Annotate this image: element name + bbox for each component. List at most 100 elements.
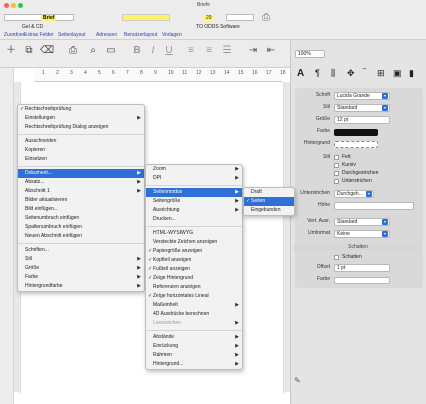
shadow-color-swatch[interactable] xyxy=(334,277,390,284)
menu-item[interactable]: Seitengröße ▶ xyxy=(146,197,242,206)
menu-item[interactable]: Ausrichtung ▶ xyxy=(146,206,242,215)
background-swatch[interactable] xyxy=(334,141,378,148)
columns-tab-icon[interactable]: ⫼ xyxy=(331,68,335,79)
font-tab-icon[interactable]: A xyxy=(297,68,304,79)
horizontal-ruler[interactable]: 1 2 3 4 5 6 7 8 9 10 11 12 13 14 15 16 17 18 xyxy=(34,68,286,82)
menu-item[interactable]: Schriften... xyxy=(18,246,144,255)
printer-icon[interactable]: ⎙ xyxy=(66,44,80,58)
checkbox[interactable] xyxy=(334,171,339,176)
menu-item[interactable]: Hintergrundfarbe ▶ xyxy=(18,282,144,291)
checkbox[interactable] xyxy=(334,179,339,184)
case-control[interactable]: Keine ▾ xyxy=(334,230,390,238)
outdent-icon[interactable]: ⇤ xyxy=(264,44,278,58)
paragraph-tab-icon[interactable]: ¶ xyxy=(315,68,320,78)
highlight-field[interactable] xyxy=(122,14,170,21)
menu-item[interactable]: HTML-WYSIWYG xyxy=(146,229,242,238)
menu-item[interactable]: Rahmen ▶ xyxy=(146,351,242,360)
font-control[interactable]: Lucida Grande ▾ xyxy=(334,92,390,100)
menu-item[interactable]: ✓ Zeige Hintergrund xyxy=(146,274,242,283)
menu-item[interactable]: Größe ▶ xyxy=(18,264,144,273)
vertical-align-control[interactable]: Standard ▾ xyxy=(334,218,390,226)
menu-item[interactable]: ✓ Seiten xyxy=(244,197,294,206)
title-row-label-1[interactable]: Extras Felder xyxy=(24,32,54,38)
menu-item[interactable]: Einrückung ▶ xyxy=(146,342,242,351)
title-row-label-5[interactable]: Vorlagen xyxy=(162,32,182,38)
color-swatch[interactable] xyxy=(334,129,378,136)
duplicate-icon[interactable]: ⧉ xyxy=(22,44,36,58)
checkbox[interactable] xyxy=(334,163,339,168)
zoom-button[interactable] xyxy=(18,3,23,8)
preview-icon[interactable]: ⌕ xyxy=(86,44,100,58)
menu-item[interactable]: Zoom ▶ xyxy=(146,165,242,174)
menu-item[interactable]: Absatz... ▶ xyxy=(18,178,144,187)
zoom-select[interactable]: 100% xyxy=(295,50,325,58)
title-row-label-3[interactable]: Adressen xyxy=(96,32,117,38)
menu-item[interactable]: Bild einfügen... xyxy=(18,205,144,214)
list-icon[interactable]: ☰ xyxy=(220,44,234,58)
menu-item[interactable]: Seitenumbruch einfügen xyxy=(18,214,144,223)
menu-item[interactable]: ✓ Fußteil anzeigen xyxy=(146,265,242,274)
menu-item[interactable]: Referenzen anzeigen xyxy=(146,283,242,292)
menu-item[interactable]: Ausschneiden xyxy=(18,137,144,146)
menu-item[interactable]: Abschnitt 1 ▶ xyxy=(18,187,144,196)
menu-item[interactable]: ✓ Zeige horizontales Lineal xyxy=(146,292,242,301)
image-tab-icon[interactable]: ▣ xyxy=(393,68,402,79)
side-field[interactable] xyxy=(226,14,254,21)
menu-item[interactable]: Eingebunden xyxy=(244,206,294,215)
height-control[interactable] xyxy=(334,202,414,210)
menu-item[interactable]: Stil ▶ xyxy=(18,255,144,264)
menu-item[interactable]: Abstände ▶ xyxy=(146,333,242,342)
underline-control[interactable]: Durchgeh... ▾ xyxy=(334,190,374,198)
minimize-button[interactable] xyxy=(11,3,16,8)
menu-item[interactable]: ✓ Kopfteil anzeigen xyxy=(146,256,242,265)
menu-item[interactable]: Bilder aktualisieren xyxy=(18,196,144,205)
title-row-label-0[interactable]: Zuordnen xyxy=(4,32,25,38)
dash-tab-icon[interactable]: ‾ xyxy=(363,68,366,78)
menu-item[interactable]: Farbe ▶ xyxy=(18,273,144,282)
menu-item[interactable]: Neuen Abschnitt einfügen xyxy=(18,232,144,241)
grid-tab-icon[interactable]: ⊞ xyxy=(377,68,385,79)
bookmark-tab-icon[interactable]: ▮ xyxy=(409,68,414,79)
bold-icon[interactable]: B xyxy=(130,44,144,58)
menu-item[interactable]: Spaltenumbruch einfügen xyxy=(18,223,144,232)
menu-item[interactable]: 4D Ausdrücke berechnen xyxy=(146,310,242,319)
menu-item[interactable]: Dokument... ▶ xyxy=(18,169,144,178)
menu-item[interactable]: DPI ▶ xyxy=(146,174,242,183)
menu-item[interactable]: ✓ Papiergröße anzeigen xyxy=(146,247,242,256)
title-row-label-2[interactable]: Seitenlayout xyxy=(58,32,86,38)
shadow-checkbox[interactable] xyxy=(334,255,339,260)
menu-item[interactable]: Einsetzen xyxy=(18,155,144,164)
close-button[interactable] xyxy=(4,3,9,8)
addressee-field[interactable]: Brief xyxy=(4,14,74,21)
move-tab-icon[interactable]: ✥ xyxy=(347,68,355,79)
title-row-label-4[interactable]: Benutzerlayout xyxy=(124,32,157,38)
align-left-icon[interactable]: ≡ xyxy=(184,44,198,58)
menu-item[interactable]: Drucken... xyxy=(146,215,242,224)
style-label: Stil xyxy=(323,104,330,110)
print-icon[interactable]: ⎙ xyxy=(262,12,274,24)
chevron-down-icon: ▾ xyxy=(382,105,388,111)
indent-icon[interactable]: ⇥ xyxy=(246,44,260,58)
menu-item[interactable]: Einstellungen ▶ xyxy=(18,114,144,123)
menu-item[interactable]: Hintergrund... ▶ xyxy=(146,360,242,369)
trash-icon[interactable]: ⌫ xyxy=(40,44,54,58)
offset-control[interactable]: 1 pt xyxy=(334,264,390,272)
menu-item[interactable]: Lesezeichen ▶ xyxy=(146,319,242,328)
pen-icon[interactable]: ✎ xyxy=(294,376,301,385)
menu-item[interactable]: Versteckte Zeichen anzeigen xyxy=(146,238,242,247)
menu-item[interactable]: Maßeinheit ▶ xyxy=(146,301,242,310)
menu-item[interactable]: Kopieren xyxy=(18,146,144,155)
menu-item[interactable]: Seitenmodus ▶ xyxy=(146,188,242,197)
menu-item[interactable]: Draft xyxy=(244,188,294,197)
menu-item[interactable]: Rechtschreibprüfung Dialog anzeigen xyxy=(18,123,144,132)
italic-icon[interactable]: I xyxy=(146,44,160,58)
underline-icon[interactable]: U xyxy=(162,44,176,58)
plus-icon[interactable]: ＋ xyxy=(4,44,18,58)
menu-item[interactable]: ✓ Rechtschreibprüfung xyxy=(18,105,144,114)
align-center-icon[interactable]: ≡ xyxy=(202,44,216,58)
effect-option[interactable]: Unterstrichen xyxy=(290,178,426,188)
size-control[interactable]: 12 pt xyxy=(334,116,390,124)
folder-icon[interactable]: ▭ xyxy=(104,44,118,58)
style-control[interactable]: Standard ▾ xyxy=(334,104,390,112)
checkbox[interactable] xyxy=(334,155,339,160)
